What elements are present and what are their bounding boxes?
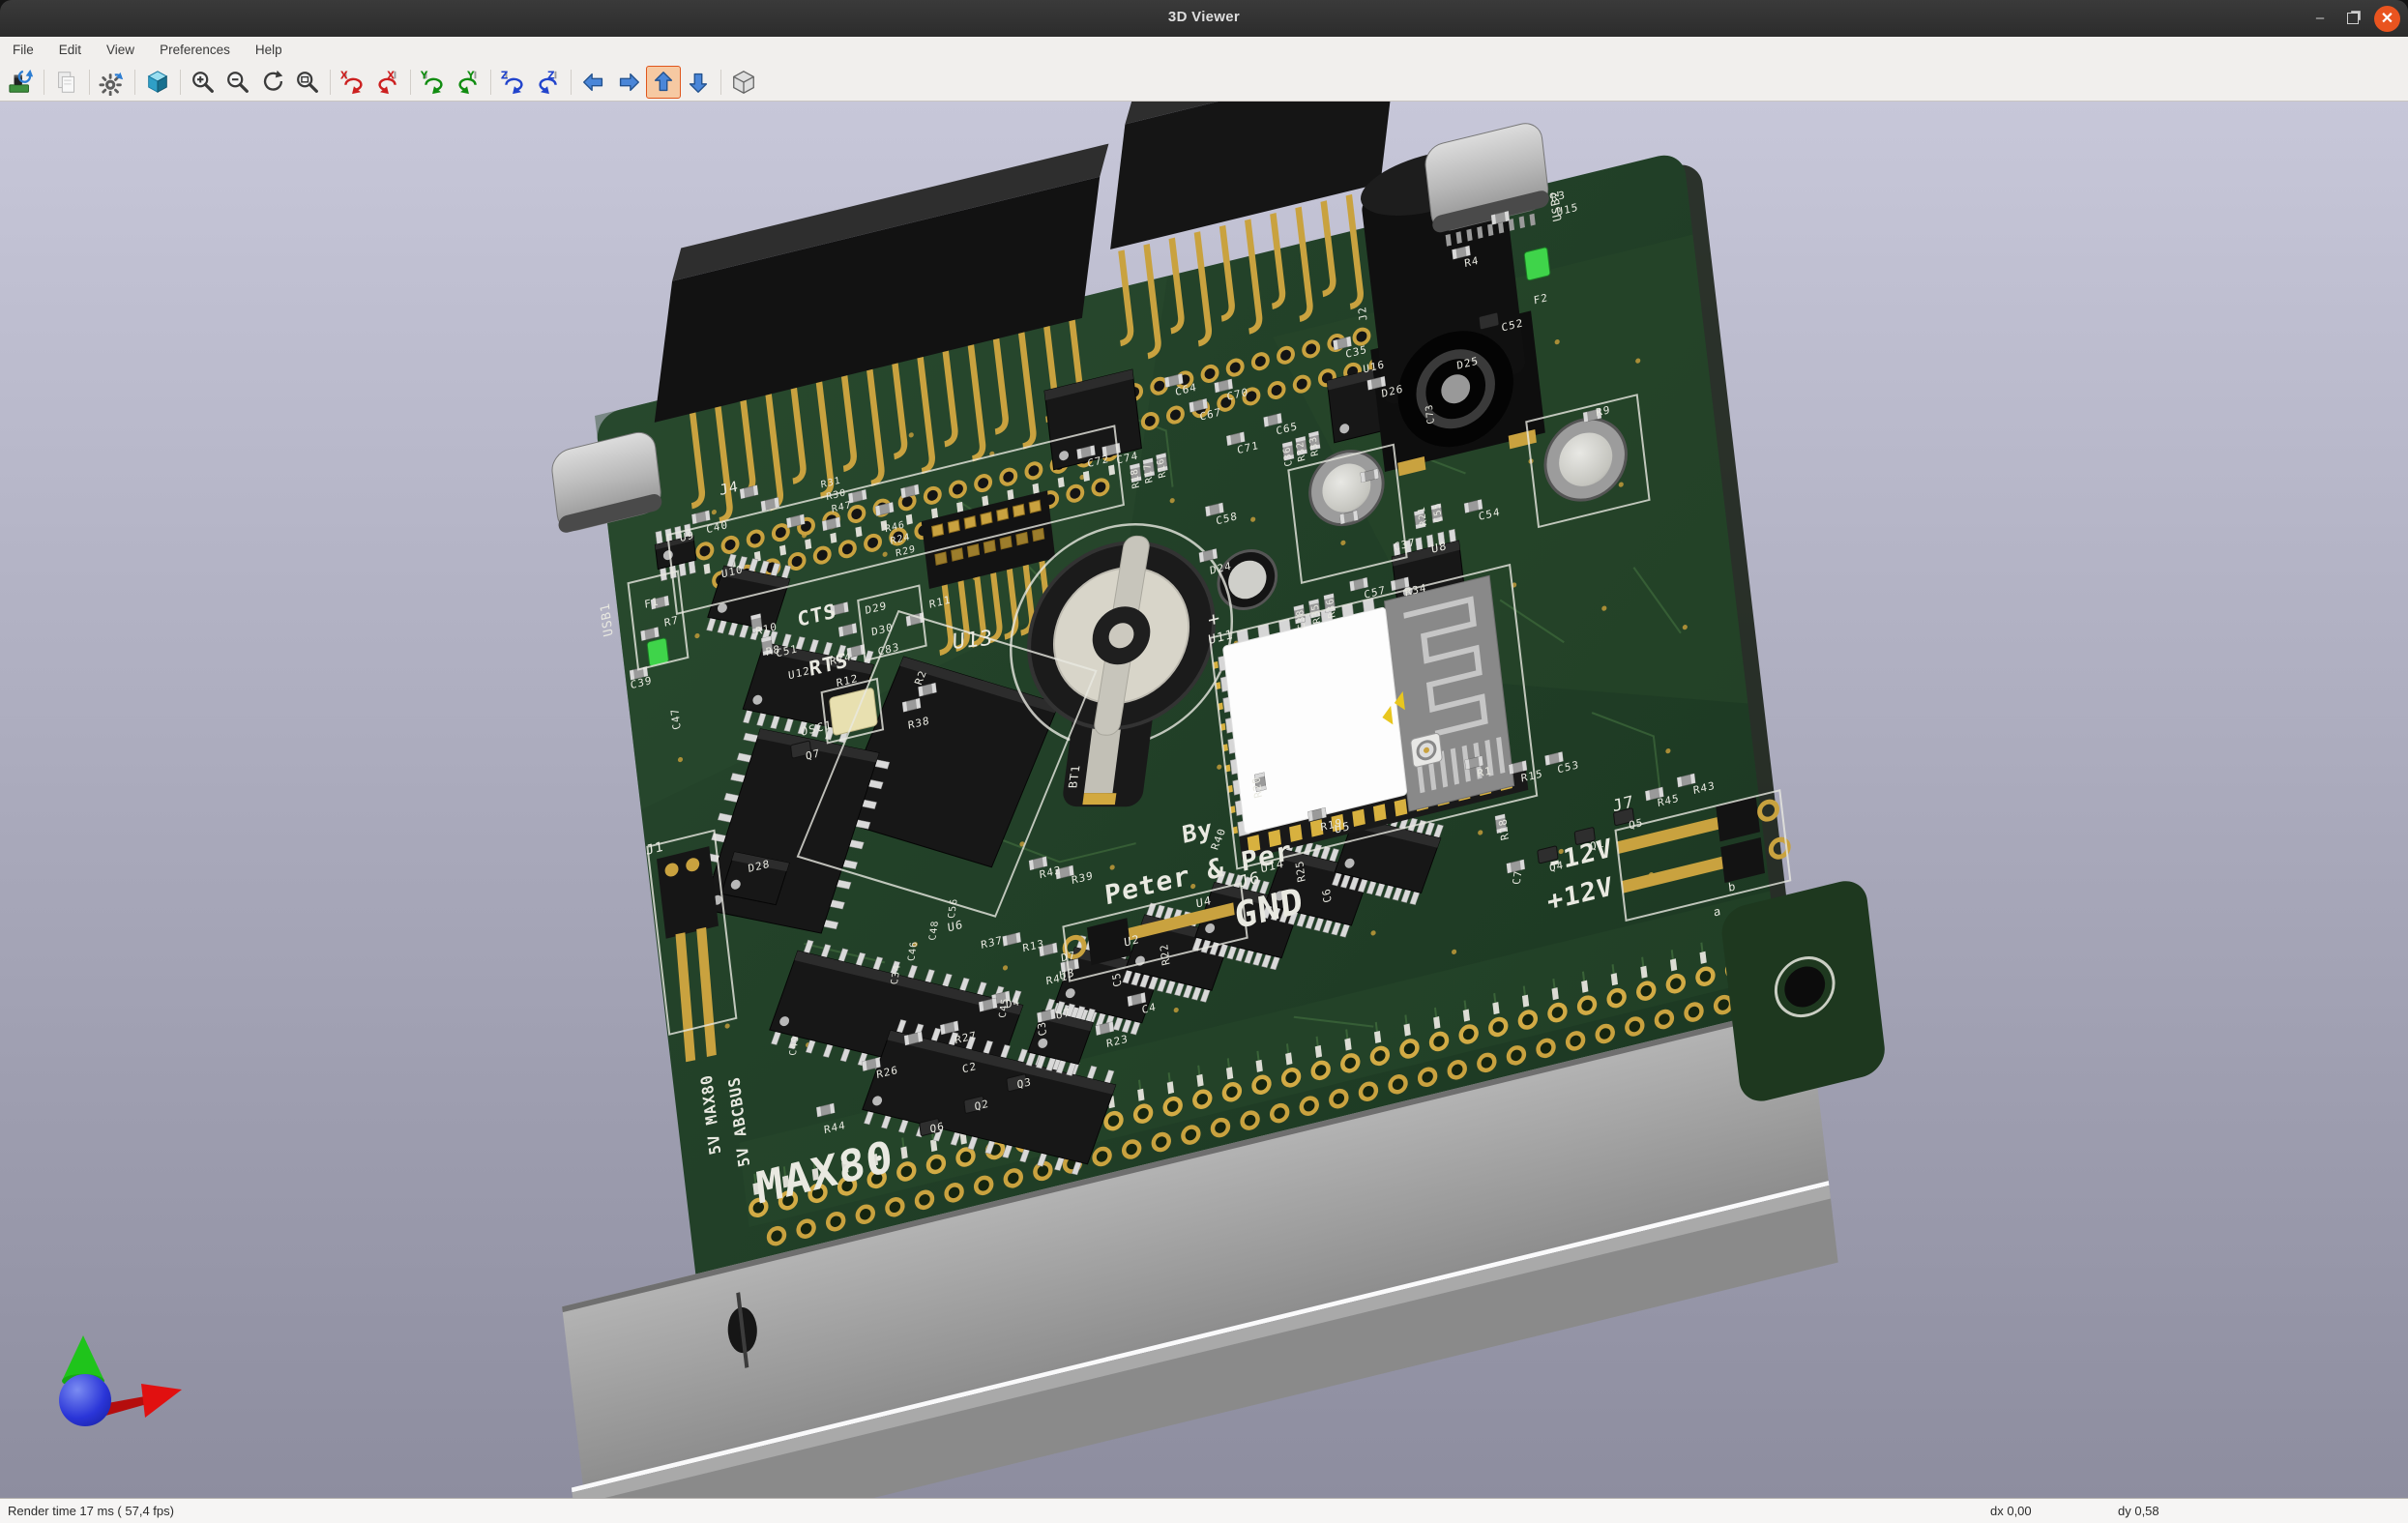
restore-button[interactable] <box>2340 6 2365 31</box>
toolbar-zoom-out-button[interactable] <box>220 66 255 99</box>
3d-viewport[interactable]: MAX80ByPeter & PerJ6GNDJ7-12V+12V5V MAX8… <box>0 102 2408 1498</box>
toolbar-separator <box>720 70 721 95</box>
svg-text:R32: R32 <box>1295 440 1307 462</box>
svg-text:R16: R16 <box>1156 456 1168 479</box>
svg-text:R36: R36 <box>1325 597 1337 619</box>
svg-text:C73: C73 <box>1424 402 1437 425</box>
toolbar-pan-right-button[interactable] <box>611 66 646 99</box>
svg-text:R18: R18 <box>1130 467 1142 489</box>
toolbar: XXYYZZ <box>0 64 2408 102</box>
title-bar[interactable]: 3D Viewer – ✕ <box>0 0 2408 37</box>
toolbar-rotate-x-clockwise-button[interactable]: X <box>336 66 370 99</box>
svg-text:X: X <box>340 70 348 81</box>
svg-text:C3: C3 <box>1036 1020 1050 1038</box>
svg-text:a: a <box>1713 904 1722 920</box>
svg-text:R28: R28 <box>1496 817 1511 841</box>
dx-readout: dx 0,00 <box>1990 1504 2032 1518</box>
toolbar-separator <box>134 70 135 95</box>
toolbar-copy-image-button[interactable] <box>49 66 84 99</box>
toolbar-pan-left-button[interactable] <box>576 66 611 99</box>
toolbar-render-current-view-button[interactable] <box>140 66 175 99</box>
mounting-tab <box>1719 876 1888 1106</box>
dy-readout: dy 0,58 <box>2118 1504 2159 1518</box>
menu-help[interactable]: Help <box>243 37 295 64</box>
toolbar-zoom-in-button[interactable] <box>186 66 220 99</box>
toolbar-rotate-x-counterclockwise-button[interactable]: X <box>370 66 405 99</box>
toolbar-pan-down-button[interactable] <box>681 66 716 99</box>
toolbar-redraw-button[interactable] <box>255 66 290 99</box>
svg-text:C5: C5 <box>1110 971 1125 988</box>
svg-text:R20: R20 <box>1250 775 1265 799</box>
svg-text:C36: C36 <box>1282 445 1295 467</box>
toolbar-separator <box>330 70 331 95</box>
toolbar-separator <box>89 70 90 95</box>
svg-text:R25: R25 <box>1293 859 1307 883</box>
toolbar-orthographic-view-button[interactable] <box>726 66 761 99</box>
toolbar-rotate-z-clockwise-button[interactable]: Z <box>496 66 531 99</box>
svg-text:U13: U13 <box>952 627 993 655</box>
menu-preferences[interactable]: Preferences <box>147 37 243 64</box>
svg-text:C47: C47 <box>668 707 683 731</box>
svg-text:C38: C38 <box>1295 608 1307 630</box>
toolbar-rotate-y-clockwise-button[interactable]: Y <box>416 66 451 99</box>
render-time-status: Render time 17 ms ( 57,4 fps) <box>8 1504 174 1518</box>
window-title: 3D Viewer <box>0 9 2408 25</box>
3d-viewer-window: 3D Viewer – ✕ FileEditViewPreferencesHel… <box>0 0 2408 1523</box>
svg-text:J2: J2 <box>1356 305 1370 322</box>
svg-text:R22: R22 <box>1158 942 1172 966</box>
z-axis-sphere <box>59 1374 111 1426</box>
svg-text:X: X <box>387 70 395 81</box>
menu-view[interactable]: View <box>94 37 147 64</box>
svg-text:Y: Y <box>420 70 428 81</box>
close-button[interactable]: ✕ <box>2374 6 2400 32</box>
svg-text:R17: R17 <box>1142 462 1155 484</box>
toolbar-rotate-z-counterclockwise-button[interactable]: Z <box>531 66 566 99</box>
toolbar-reload-board-button[interactable] <box>4 66 39 99</box>
toolbar-separator <box>571 70 572 95</box>
svg-text:Z: Z <box>501 70 508 81</box>
svg-text:C7: C7 <box>1511 869 1525 884</box>
toolbar-rotate-y-counterclockwise-button[interactable]: Y <box>451 66 485 99</box>
menu-bar: FileEditViewPreferencesHelp <box>0 37 2408 65</box>
svg-text:C55: C55 <box>1432 501 1445 523</box>
toolbar-separator <box>180 70 181 95</box>
toolbar-separator <box>490 70 491 95</box>
status-bar: Render time 17 ms ( 57,4 fps) dx 0,00 dy… <box>0 1498 2408 1523</box>
svg-text:R35: R35 <box>1310 602 1323 625</box>
menu-file[interactable]: File <box>0 37 46 64</box>
svg-text:C6: C6 <box>1320 887 1335 904</box>
svg-text:Z: Z <box>547 70 554 81</box>
minimize-button[interactable]: – <box>2307 6 2333 31</box>
toolbar-separator <box>410 70 411 95</box>
toolbar-pan-up-button[interactable] <box>646 66 681 99</box>
toolbar-render-options-button[interactable] <box>95 66 130 99</box>
toolbar-zoom-to-fit-button[interactable] <box>290 66 325 99</box>
svg-text:R33: R33 <box>1308 435 1321 457</box>
svg-text:b: b <box>1727 879 1737 894</box>
svg-text:R21: R21 <box>1417 505 1429 527</box>
svg-text:+: + <box>1207 607 1222 632</box>
svg-text:Y: Y <box>466 70 475 81</box>
menu-edit[interactable]: Edit <box>46 37 94 64</box>
